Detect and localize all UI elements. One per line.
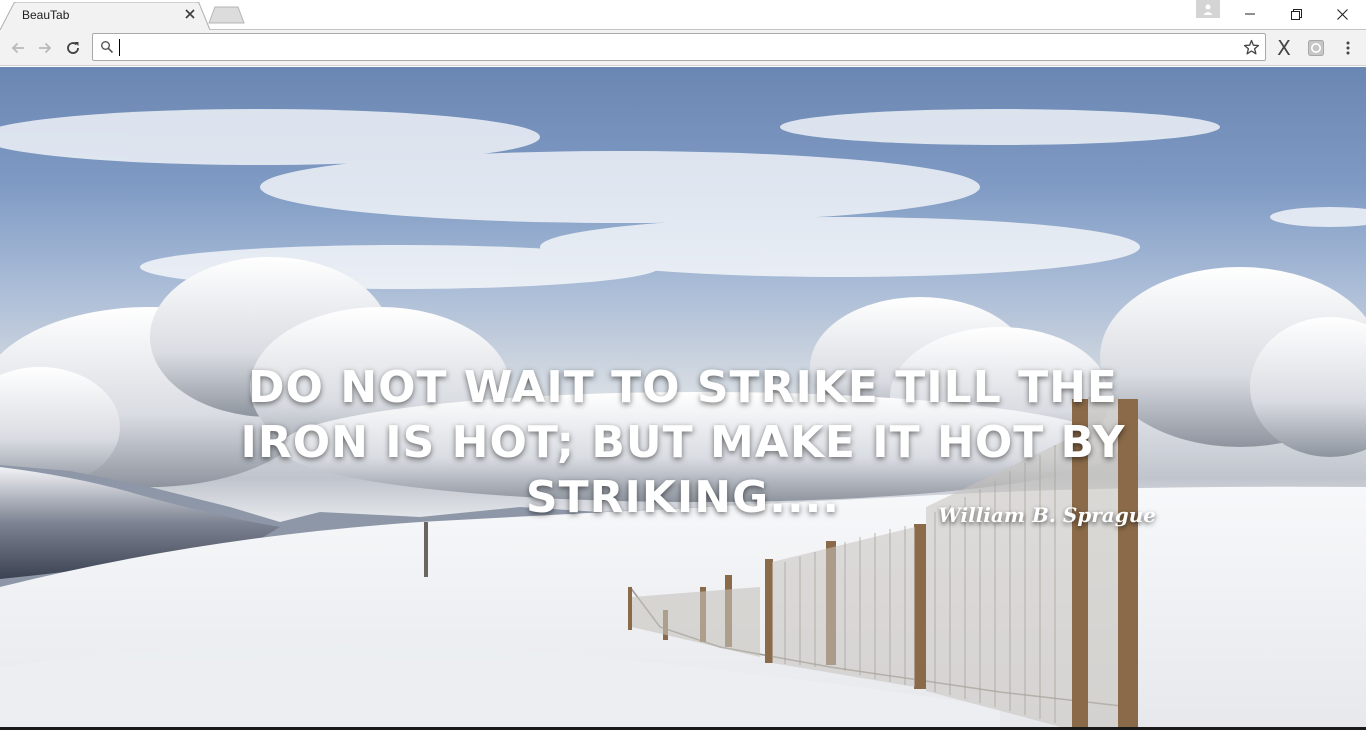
browser-toolbar: X <box>0 30 1366 66</box>
arrow-right-icon <box>39 42 52 54</box>
address-bar[interactable] <box>92 33 1266 61</box>
beautab-extension-icon <box>1308 40 1324 56</box>
arrow-left-icon <box>11 42 24 54</box>
new-tab-page: Do not wait to strike till the iron is h… <box>0 67 1366 730</box>
text-caret <box>119 39 120 56</box>
quote-text: Do not wait to strike till the iron is h… <box>240 362 1126 523</box>
reload-button[interactable] <box>60 35 86 61</box>
restore-button[interactable] <box>1273 0 1319 28</box>
star-icon[interactable] <box>1243 39 1260 56</box>
person-icon <box>1203 4 1213 15</box>
quote-author: William B. Sprague <box>938 503 1156 527</box>
beautab-extension-button[interactable] <box>1303 35 1329 61</box>
tab-title: BeauTab <box>22 8 70 22</box>
new-tab-icon[interactable] <box>207 6 245 24</box>
search-icon <box>101 41 114 54</box>
minimize-icon <box>1245 13 1255 15</box>
close-icon <box>1336 8 1348 20</box>
profile-button[interactable] <box>1196 0 1220 18</box>
address-input[interactable] <box>118 37 1228 57</box>
tab-strip: BeauTab <box>0 0 1366 31</box>
x-extension-button[interactable]: X <box>1271 35 1297 61</box>
tab-close-icon[interactable] <box>183 7 197 21</box>
restore-icon <box>1290 8 1302 20</box>
minimize-button[interactable] <box>1227 0 1273 28</box>
forward-button[interactable] <box>32 35 58 61</box>
back-button[interactable] <box>5 35 31 61</box>
x-extension-icon: X <box>1277 36 1291 60</box>
kebab-menu-icon <box>1346 41 1350 55</box>
browser-menu-button[interactable] <box>1335 35 1361 61</box>
close-window-button[interactable] <box>1319 0 1365 28</box>
reload-icon <box>67 42 79 54</box>
